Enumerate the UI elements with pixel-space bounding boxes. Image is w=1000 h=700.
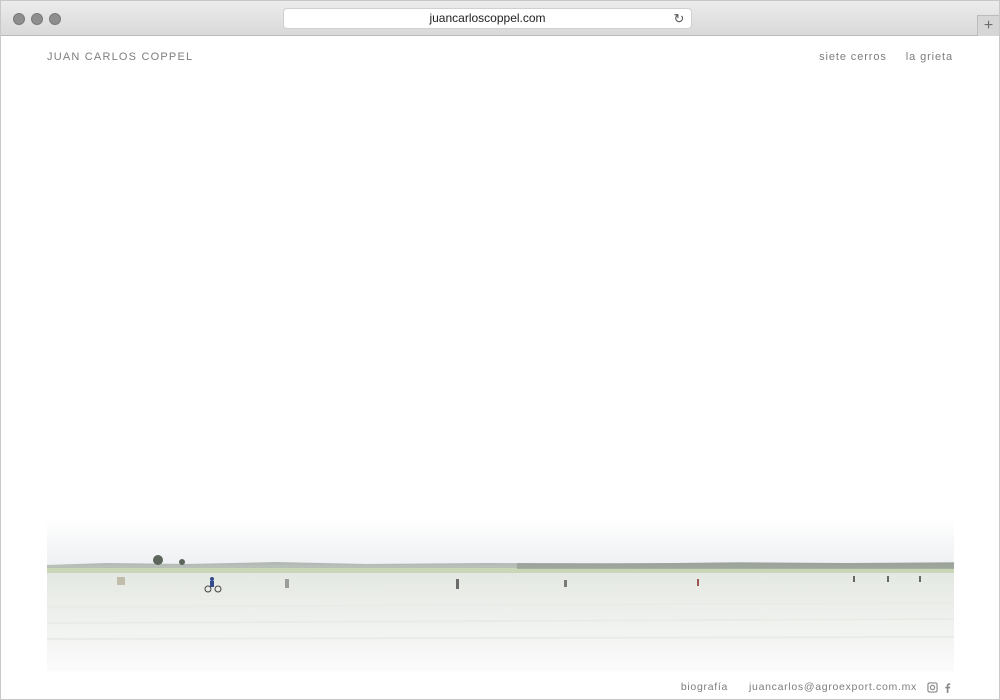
browser-window: juancarloscoppel.com ↻ + JUAN CARLOS COP… [0, 0, 1000, 700]
biography-link[interactable]: biografía [681, 681, 728, 693]
plus-icon: + [983, 17, 994, 34]
nav-link-siete-cerros[interactable]: siete cerros [819, 51, 887, 63]
landscape-photo [47, 519, 954, 671]
instagram-icon[interactable] [927, 681, 938, 693]
site-footer: biografía juancarlos@agroexport.com.mx [681, 681, 953, 693]
facebook-icon[interactable] [942, 682, 953, 693]
page-content: JUAN CARLOS COPPEL siete cerros la grieta [1, 36, 999, 699]
address-bar[interactable]: juancarloscoppel.com ↻ [283, 8, 692, 29]
minimize-window-button[interactable] [31, 13, 43, 25]
close-window-button[interactable] [13, 13, 25, 25]
url-text: juancarloscoppel.com [429, 11, 546, 25]
main-nav: siete cerros la grieta [800, 51, 953, 63]
new-tab-button[interactable]: + [977, 15, 999, 36]
zoom-window-button[interactable] [49, 13, 61, 25]
site-title[interactable]: JUAN CARLOS COPPEL [47, 51, 193, 63]
nav-link-la-grieta[interactable]: la grieta [906, 51, 953, 63]
browser-titlebar: juancarloscoppel.com ↻ + [1, 1, 999, 36]
reload-icon[interactable]: ↻ [671, 9, 687, 28]
email-link[interactable]: juancarlos@agroexport.com.mx [749, 681, 917, 693]
